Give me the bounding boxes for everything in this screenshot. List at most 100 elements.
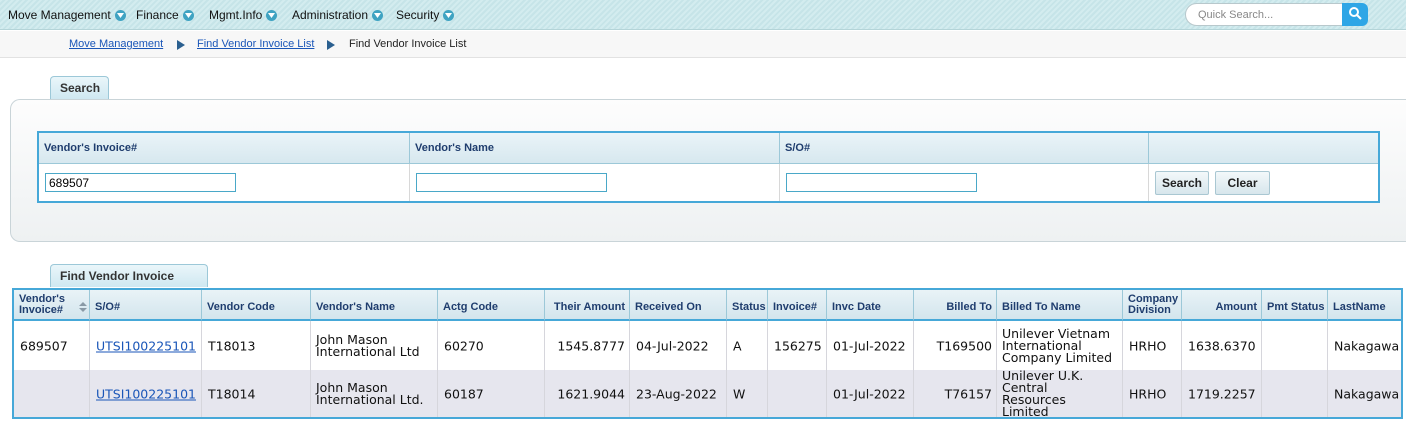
cell-vendor-invoice	[14, 370, 90, 417]
cell-invc-date: 01-Jul-2022	[827, 321, 914, 370]
column-header-actg-code[interactable]: Actg Code	[438, 290, 545, 321]
cell-value: 01-Jul-2022	[833, 338, 906, 353]
header-label: Their Amount	[553, 301, 625, 313]
header-label: Invoice#	[773, 301, 818, 313]
so-input[interactable]	[786, 173, 977, 192]
column-header-pmt-status[interactable]: Pmt Status	[1262, 290, 1328, 321]
menu-administration[interactable]: Administration	[292, 7, 384, 23]
cell-their-amount: 1545.8777	[545, 321, 630, 370]
quick-search-input[interactable]	[1185, 3, 1345, 26]
cell-value: HRHO	[1129, 338, 1167, 353]
cell-value: 60187	[444, 386, 484, 401]
cell-value: 01-Jul-2022	[833, 386, 906, 401]
menu-label: Administration	[292, 8, 369, 22]
cell-value: T76157	[944, 386, 992, 401]
header-label: Actg Code	[443, 301, 498, 313]
cell-value: 04-Jul-2022	[636, 338, 709, 353]
header-label: Pmt Status	[1267, 301, 1325, 313]
cell-value: 689507	[20, 338, 68, 353]
cell-amount: 1638.6370	[1182, 321, 1262, 370]
cell-value: 156275	[774, 338, 822, 353]
cell-status: A	[727, 321, 768, 370]
column-header-amount[interactable]: Amount	[1182, 290, 1262, 321]
cell-company-division: HRHO	[1123, 370, 1182, 417]
header-label: Invc Date	[832, 301, 881, 313]
header-label: Received On	[635, 301, 702, 313]
search-form: Vendor's Invoice# Vendor's Name S/O# Sea…	[37, 131, 1380, 203]
cell-value: 1621.9044	[557, 386, 625, 401]
menu-move-management[interactable]: Move Management	[8, 7, 126, 23]
column-header-actions	[1149, 133, 1378, 164]
breadcrumb-current: Find Vendor Invoice List	[349, 38, 467, 50]
cell-received-on: 23-Aug-2022	[630, 370, 727, 417]
breadcrumb-arrow-icon	[327, 40, 335, 50]
cell-value: Unilever U.K. Central Resources Limited	[1002, 367, 1084, 419]
breadcrumb-link-vendor-invoice-list[interactable]: Find Vendor Invoice List	[197, 38, 314, 50]
header-label: LastName	[1333, 301, 1386, 313]
quick-search-button[interactable]	[1342, 3, 1368, 26]
cell-value: John Mason International Ltd	[316, 331, 420, 359]
chevron-down-icon	[182, 9, 194, 21]
cell-value: Unilever Vietnam International Company L…	[1002, 325, 1113, 365]
column-header-so[interactable]: S/O#	[90, 290, 202, 321]
search-button[interactable]: Search	[1155, 171, 1209, 195]
cell-invoice	[768, 370, 827, 417]
table-row: UTSI100225101 T18014 John Mason Internat…	[14, 367, 1401, 419]
column-header-vendor-invoice[interactable]: Vendor's Invoice#	[14, 290, 90, 321]
header-label: Billed To Name	[1002, 301, 1081, 313]
menu-mgmt-info[interactable]: Mgmt.Info	[209, 7, 278, 23]
cell-value: Nakagawa	[1334, 338, 1400, 353]
header-line: Invoice#	[19, 304, 64, 316]
column-header-billed-to[interactable]: Billed To	[914, 290, 997, 321]
search-icon	[1348, 6, 1362, 23]
cell-vendor-code: T18013	[202, 321, 311, 370]
vendor-name-cell	[410, 164, 780, 201]
column-header-received-on[interactable]: Received On	[630, 290, 727, 321]
cell-actg-code: 60187	[438, 370, 545, 417]
column-header-last-name[interactable]: LastName	[1328, 290, 1401, 321]
cell-value: 23-Aug-2022	[636, 386, 717, 401]
vendor-name-input[interactable]	[416, 173, 607, 192]
tab-find-vendor-invoice-list[interactable]: Find Vendor Invoice List	[50, 264, 208, 305]
vendor-invoice-input[interactable]	[45, 173, 236, 192]
cell-last-name: Nakagawa	[1328, 370, 1401, 417]
cell-pmt-status	[1262, 321, 1328, 370]
column-header-billed-to-name[interactable]: Billed To Name	[997, 290, 1123, 321]
sort-icon[interactable]	[79, 302, 87, 312]
header-label: Amount	[1215, 301, 1257, 313]
cell-value: T169500	[936, 338, 992, 353]
column-header-invc-date[interactable]: Invc Date	[827, 290, 914, 321]
cell-so: UTSI100225101	[90, 321, 202, 370]
cell-their-amount: 1621.9044	[545, 370, 630, 417]
menu-label: Mgmt.Info	[209, 8, 263, 22]
menu-security[interactable]: Security	[396, 7, 455, 23]
cell-vendor-invoice: 689507	[14, 321, 90, 370]
cell-invc-date: 01-Jul-2022	[827, 370, 914, 417]
cell-invoice: 156275	[768, 321, 827, 370]
column-header-company-division[interactable]: Company Division	[1123, 290, 1182, 321]
so-link[interactable]: UTSI100225101	[96, 386, 196, 401]
column-header-their-amount[interactable]: Their Amount	[545, 290, 630, 321]
cell-pmt-status	[1262, 370, 1328, 417]
column-header-so: S/O#	[780, 133, 1149, 164]
cell-value: T18014	[208, 386, 256, 401]
table-row: 689507 UTSI100225101 T18013 John Mason I…	[14, 321, 1401, 370]
cell-amount: 1719.2257	[1182, 370, 1262, 417]
column-header-vendor-code[interactable]: Vendor Code	[202, 290, 311, 321]
cell-billed-to: T169500	[914, 321, 997, 370]
tab-search[interactable]: Search	[50, 76, 109, 99]
header-label: S/O#	[95, 301, 121, 313]
header-label: Billed To	[946, 301, 992, 313]
column-header-invoice[interactable]: Invoice#	[768, 290, 827, 321]
cell-vendor-name: John Mason International Ltd	[311, 321, 438, 370]
menu-finance[interactable]: Finance	[136, 7, 194, 23]
chevron-down-icon	[443, 9, 455, 21]
menu-label: Move Management	[8, 8, 111, 22]
tab-label: Search	[60, 81, 101, 95]
column-header-vendor-name[interactable]: Vendor's Name	[311, 290, 438, 321]
cell-company-division: HRHO	[1123, 321, 1182, 370]
clear-button[interactable]: Clear	[1215, 171, 1270, 195]
breadcrumb-link-move-management[interactable]: Move Management	[69, 38, 163, 50]
column-header-status[interactable]: Status	[727, 290, 768, 321]
so-link[interactable]: UTSI100225101	[96, 338, 196, 353]
